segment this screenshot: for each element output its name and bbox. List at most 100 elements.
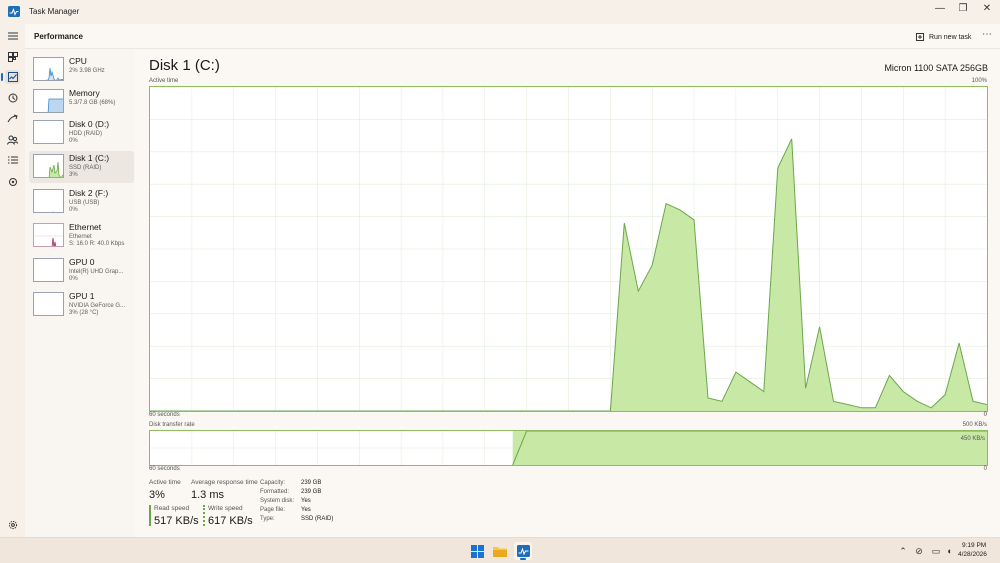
- active-time-chart: [149, 86, 988, 412]
- sidebar-item-gpu-1[interactable]: GPU 1 NVIDIA GeForce G... 3% (28 °C): [29, 289, 134, 321]
- transfer-rate-chart-span: 60 seconds: [149, 466, 180, 472]
- sidebar-item-name: Memory: [69, 88, 100, 98]
- sidebar-item-detail: 5.3/7.8 GB (68%): [69, 100, 116, 106]
- disk-detail-panel: Disk 1 (C:) Micron 1100 SATA 256GB Activ…: [135, 49, 1000, 537]
- active-time-stat-value: 3%: [149, 489, 165, 501]
- chevron-up-icon[interactable]: ⌃: [898, 546, 908, 556]
- sidebar-item-detail: HDD (RAID): [69, 131, 102, 137]
- taskbar-clock-time[interactable]: 9:19 PM: [962, 542, 986, 549]
- system-disk-label: System disk:: [260, 498, 295, 504]
- users-icon[interactable]: [5, 133, 20, 147]
- sidebar-item-name: Disk 2 (F:): [69, 188, 109, 198]
- sidebar-item-detail: USB (USB): [69, 200, 100, 206]
- windows-start-button[interactable]: [468, 542, 486, 560]
- disk-title: Disk 1 (C:): [149, 57, 220, 74]
- sidebar-item-ethernet[interactable]: Ethernet Ethernet S: 16.0 R: 40.0 Kbps: [29, 220, 134, 252]
- write-speed-label: Write speed: [208, 505, 243, 512]
- system-disk-value: Yes: [301, 498, 311, 504]
- sidebar-item-detail: Ethernet: [69, 234, 92, 240]
- avg-response-stat-value: 1.3 ms: [191, 489, 225, 501]
- task-manager-app-icon: [8, 6, 20, 17]
- read-speed-indicator: [149, 505, 151, 526]
- ethernet-thumbnail-graph: [33, 223, 64, 247]
- disk-model: Micron 1100 SATA 256GB: [884, 63, 988, 73]
- page-header: Performance Run new task ⋯: [25, 24, 1000, 49]
- page-title: Performance: [34, 32, 83, 41]
- details-icon[interactable]: [5, 153, 20, 167]
- processes-icon[interactable]: [5, 50, 20, 64]
- navigation-rail: [0, 24, 25, 537]
- sidebar-item-disk-0[interactable]: Disk 0 (D:) HDD (RAID) 0%: [29, 117, 134, 149]
- settings-gear-icon[interactable]: [5, 518, 20, 532]
- active-time-plot: [150, 87, 988, 412]
- sidebar-item-name: CPU: [69, 56, 87, 66]
- services-icon[interactable]: [5, 175, 20, 189]
- sidebar-item-name: Ethernet: [69, 222, 102, 232]
- disk-0-thumbnail-graph: [33, 120, 64, 144]
- sidebar-item-name: Disk 1 (C:): [69, 153, 110, 163]
- sidebar-item-detail: Intel(R) UHD Grap...: [69, 269, 124, 275]
- taskbar-clock-date[interactable]: 4/28/2026: [958, 551, 987, 558]
- sidebar-item-gpu-0[interactable]: GPU 0 Intel(R) UHD Grap... 0%: [29, 255, 134, 287]
- run-task-icon: [916, 32, 924, 41]
- transfer-rate-inner-label: 450 KB/s: [960, 436, 985, 442]
- formatted-label: Formatted:: [260, 489, 290, 495]
- memory-thumbnail-graph: [33, 89, 64, 113]
- cpu-thumbnail-graph: [33, 57, 64, 81]
- gpu-1-thumbnail-graph: [33, 292, 64, 316]
- sidebar-item-cpu[interactable]: CPU 2% 3.98 GHz: [29, 54, 134, 86]
- maximize-button[interactable]: ❐: [951, 0, 975, 20]
- active-time-chart-label: Active time: [149, 78, 179, 84]
- transfer-rate-chart-max: 500 KB/s: [962, 422, 987, 428]
- sidebar-item-detail: NVIDIA GeForce G...: [69, 303, 126, 309]
- page-file-value: Yes: [301, 507, 311, 513]
- app-history-icon[interactable]: [5, 91, 20, 105]
- folder-icon: [493, 547, 507, 557]
- sidebar-item-detail: 2% 3.98 GHz: [69, 68, 105, 74]
- write-speed-indicator: [203, 505, 205, 526]
- disk-1-thumbnail-graph: [33, 154, 64, 178]
- sidebar-item-detail: SSD (RAID): [69, 165, 102, 171]
- sidebar-item-memory[interactable]: Memory 5.3/7.8 GB (68%): [29, 86, 134, 118]
- sidebar-item-usage: 0%: [69, 276, 78, 282]
- disk-2-thumbnail-graph: [33, 189, 64, 213]
- chart-grid: [150, 87, 987, 411]
- file-explorer-button[interactable]: [491, 542, 509, 560]
- transfer-rate-chart-label: Disk transfer rate: [149, 422, 195, 428]
- capacity-label: Capacity:: [260, 480, 286, 486]
- sidebar-item-disk-1[interactable]: Disk 1 (C:) SSD (RAID) 3%: [29, 151, 134, 183]
- task-manager-taskbar-button[interactable]: [514, 542, 532, 560]
- sidebar-item-usage: 3% (28 °C): [69, 310, 99, 316]
- read-speed-value: 517 KB/s: [154, 515, 199, 527]
- startup-apps-icon[interactable]: [5, 112, 20, 126]
- read-speed-label: Read speed: [154, 505, 190, 512]
- more-options-button[interactable]: ⋯: [980, 30, 994, 44]
- taskbar: ⌃ ⊘ ▭ ◖ 9:19 PM 4/28/2026: [0, 537, 1000, 563]
- sidebar-item-name: GPU 0: [69, 257, 95, 267]
- transfer-rate-chart: 450 KB/s: [149, 430, 988, 466]
- capacity-value: 239 GB: [301, 480, 322, 486]
- volume-icon[interactable]: ◖: [944, 546, 954, 556]
- hamburger-menu-icon[interactable]: [5, 29, 20, 43]
- sidebar-item-usage: 0%: [69, 138, 78, 144]
- active-time-chart-span: 60 seconds: [149, 412, 180, 418]
- sidebar-item-usage: 0%: [69, 207, 78, 213]
- active-time-stat-label: Active time: [149, 479, 181, 486]
- write-speed-value: 617 KB/s: [208, 515, 253, 527]
- sidebar-item-disk-2[interactable]: Disk 2 (F:) USB (USB) 0%: [29, 186, 134, 218]
- active-time-chart-min: 0: [983, 412, 987, 418]
- formatted-value: 239 GB: [301, 489, 322, 495]
- page-file-label: Page file:: [260, 507, 286, 513]
- close-button[interactable]: ✕: [975, 0, 999, 20]
- title-bar: Task Manager — ❐ ✕: [0, 0, 1000, 24]
- performance-sidebar: CPU 2% 3.98 GHz Memory 5.3/7.8 GB (68%) …: [25, 49, 135, 537]
- run-new-task-button[interactable]: Run new task: [916, 30, 971, 44]
- display-icon[interactable]: ▭: [931, 546, 941, 556]
- transfer-rate-chart-min: 0: [983, 466, 987, 472]
- avg-response-stat-label: Average response time: [191, 479, 258, 486]
- transfer-rate-series-area: [512, 431, 987, 465]
- network-disconnected-icon[interactable]: ⊘: [914, 546, 924, 556]
- minimize-button[interactable]: —: [928, 0, 952, 20]
- performance-icon[interactable]: [1, 70, 20, 84]
- sidebar-item-name: GPU 1: [69, 291, 95, 301]
